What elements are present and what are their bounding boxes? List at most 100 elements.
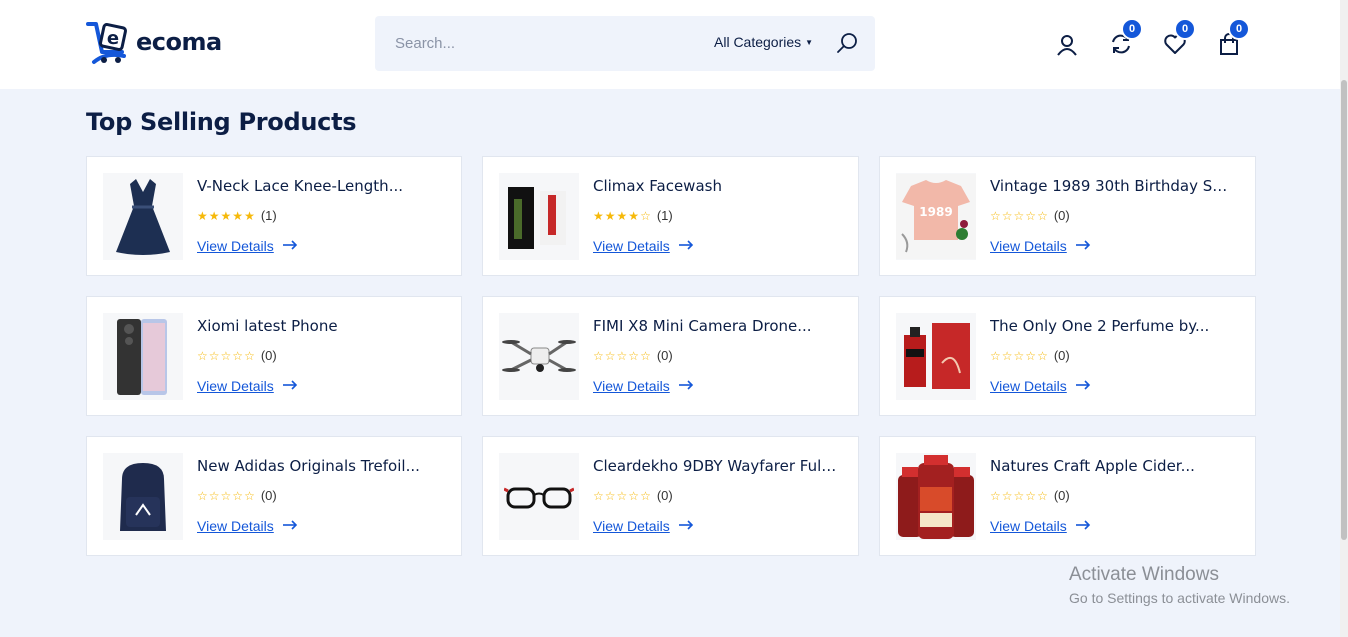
brand-logo[interactable]: e ecoma bbox=[86, 18, 222, 66]
view-details-label[interactable]: View Details bbox=[197, 238, 274, 254]
search-input[interactable] bbox=[395, 33, 675, 53]
product-card[interactable]: Xiomi latest Phone ☆ ☆ ☆ ☆ ☆ (0) View Details bbox=[86, 296, 462, 416]
product-card[interactable]: New Adidas Originals Trefoil... ☆ ☆ ☆ ☆ ☆ (0) V… bbox=[86, 436, 462, 556]
arrow-right-icon bbox=[282, 377, 298, 395]
star-empty-icon: ☆ bbox=[640, 208, 651, 223]
product-image[interactable] bbox=[103, 173, 183, 260]
product-rating: ★ ★ ★ ★ ★ (1) bbox=[197, 208, 277, 223]
product-image[interactable] bbox=[896, 313, 976, 400]
view-details-link[interactable]: View Details bbox=[593, 237, 694, 255]
star-filled-icon: ★ bbox=[197, 208, 208, 223]
view-details-link[interactable]: View Details bbox=[197, 377, 298, 395]
product-name[interactable]: Vintage 1989 30th Birthday Shirt bbox=[990, 177, 1235, 195]
product-rating: ☆ ☆ ☆ ☆ ☆ (0) bbox=[990, 348, 1070, 363]
view-details-label[interactable]: View Details bbox=[990, 378, 1067, 394]
star-filled-icon: ★ bbox=[232, 208, 244, 223]
star-empty-icon: ☆ bbox=[1013, 208, 1025, 223]
star-empty-icon: ☆ bbox=[1001, 348, 1013, 363]
product-card[interactable]: The Only One 2 Perfume by... ☆ ☆ ☆ ☆ ☆ (0) View… bbox=[879, 296, 1256, 416]
chevron-down-icon: ▼ bbox=[805, 37, 814, 47]
arrow-right-icon bbox=[678, 377, 694, 395]
view-details-link[interactable]: View Details bbox=[990, 377, 1091, 395]
watermark-subtitle: Go to Settings to activate Windows. bbox=[1069, 590, 1290, 606]
product-rating: ☆ ☆ ☆ ☆ ☆ (0) bbox=[593, 488, 673, 503]
view-details-link[interactable]: View Details bbox=[990, 237, 1091, 255]
star-empty-icon: ☆ bbox=[640, 348, 651, 363]
star-empty-icon: ☆ bbox=[1037, 348, 1048, 363]
product-card[interactable]: Natures Craft Apple Cider... ☆ ☆ ☆ ☆ ☆ (0) View… bbox=[879, 436, 1256, 556]
product-image[interactable] bbox=[499, 313, 579, 400]
star-empty-icon: ☆ bbox=[1037, 208, 1048, 223]
star-empty-icon: ☆ bbox=[208, 488, 220, 503]
review-count: (1) bbox=[260, 208, 277, 223]
star-filled-icon: ★ bbox=[604, 208, 616, 223]
star-rating: ★ ★ ★ ★ ☆ bbox=[593, 210, 651, 222]
view-details-link[interactable]: View Details bbox=[593, 517, 694, 535]
star-empty-icon: ☆ bbox=[220, 488, 232, 503]
star-empty-icon: ☆ bbox=[232, 488, 244, 503]
view-details-label[interactable]: View Details bbox=[593, 238, 670, 254]
windows-activation-watermark: Activate Windows Go to Settings to activ… bbox=[1069, 564, 1290, 606]
view-details-link[interactable]: View Details bbox=[197, 517, 298, 535]
star-empty-icon: ☆ bbox=[628, 488, 640, 503]
view-details-link[interactable]: View Details bbox=[197, 237, 298, 255]
product-card[interactable]: Climax Facewash ★ ★ ★ ★ ☆ (1) View Details bbox=[482, 156, 859, 276]
category-select[interactable]: All Categories ▼ bbox=[714, 34, 813, 50]
product-name[interactable]: Natures Craft Apple Cider... bbox=[990, 457, 1235, 475]
review-count: (0) bbox=[1053, 208, 1070, 223]
product-rating: ☆ ☆ ☆ ☆ ☆ (0) bbox=[593, 348, 673, 363]
svg-text:1989: 1989 bbox=[919, 205, 952, 219]
product-card[interactable]: V-Neck Lace Knee-Length... ★ ★ ★ ★ ★ (1) View D… bbox=[86, 156, 462, 276]
star-empty-icon: ☆ bbox=[197, 348, 208, 363]
product-image[interactable] bbox=[499, 173, 579, 260]
scrollbar-thumb[interactable] bbox=[1341, 80, 1347, 540]
account-button[interactable] bbox=[1055, 33, 1079, 57]
star-empty-icon: ☆ bbox=[593, 348, 604, 363]
star-empty-icon: ☆ bbox=[628, 348, 640, 363]
star-rating: ☆ ☆ ☆ ☆ ☆ bbox=[593, 350, 651, 362]
section-title: Top Selling Products bbox=[86, 108, 357, 136]
star-rating: ☆ ☆ ☆ ☆ ☆ bbox=[990, 490, 1048, 502]
product-card[interactable]: Cleardekho 9DBY Wayfarer Full... ☆ ☆ ☆ ☆ ☆ (0)… bbox=[482, 436, 859, 556]
star-empty-icon: ☆ bbox=[990, 348, 1001, 363]
star-empty-icon: ☆ bbox=[616, 348, 628, 363]
star-empty-icon: ☆ bbox=[1037, 488, 1048, 503]
product-image[interactable] bbox=[103, 313, 183, 400]
product-name[interactable]: New Adidas Originals Trefoil... bbox=[197, 457, 442, 475]
product-name[interactable]: FIMI X8 Mini Camera Drone... bbox=[593, 317, 838, 335]
star-empty-icon: ☆ bbox=[1025, 208, 1037, 223]
product-name[interactable]: The Only One 2 Perfume by... bbox=[990, 317, 1235, 335]
review-count: (1) bbox=[656, 208, 673, 223]
product-name[interactable]: Xiomi latest Phone bbox=[197, 317, 442, 335]
arrow-right-icon bbox=[1075, 237, 1091, 255]
view-details-label[interactable]: View Details bbox=[593, 518, 670, 534]
product-image[interactable]: 1989 bbox=[896, 173, 976, 260]
arrow-right-icon bbox=[678, 517, 694, 535]
search-button[interactable] bbox=[835, 30, 861, 56]
view-details-label[interactable]: View Details bbox=[593, 378, 670, 394]
arrow-right-icon bbox=[282, 517, 298, 535]
star-empty-icon: ☆ bbox=[990, 208, 1001, 223]
review-count: (0) bbox=[260, 348, 277, 363]
view-details-label[interactable]: View Details bbox=[197, 378, 274, 394]
product-name[interactable]: Climax Facewash bbox=[593, 177, 838, 195]
star-empty-icon: ☆ bbox=[616, 488, 628, 503]
product-name[interactable]: V-Neck Lace Knee-Length... bbox=[197, 177, 442, 195]
product-image[interactable] bbox=[499, 453, 579, 540]
product-card[interactable]: FIMI X8 Mini Camera Drone... ☆ ☆ ☆ ☆ ☆ (0) View… bbox=[482, 296, 859, 416]
view-details-label[interactable]: View Details bbox=[990, 518, 1067, 534]
cart-count-badge: 0 bbox=[1228, 18, 1250, 40]
product-name[interactable]: Cleardekho 9DBY Wayfarer Full... bbox=[593, 457, 838, 475]
view-details-label[interactable]: View Details bbox=[197, 518, 274, 534]
star-empty-icon: ☆ bbox=[593, 488, 604, 503]
view-details-label[interactable]: View Details bbox=[990, 238, 1067, 254]
star-rating: ☆ ☆ ☆ ☆ ☆ bbox=[990, 210, 1048, 222]
product-image[interactable] bbox=[103, 453, 183, 540]
star-empty-icon: ☆ bbox=[640, 488, 651, 503]
page-scrollbar[interactable] bbox=[1340, 0, 1348, 637]
view-details-link[interactable]: View Details bbox=[593, 377, 694, 395]
star-empty-icon: ☆ bbox=[1013, 488, 1025, 503]
product-image[interactable] bbox=[896, 453, 976, 540]
view-details-link[interactable]: View Details bbox=[990, 517, 1091, 535]
product-card[interactable]: 1989 Vintage 1989 30th Birthday Shirt ☆ ☆ ☆ ☆… bbox=[879, 156, 1256, 276]
